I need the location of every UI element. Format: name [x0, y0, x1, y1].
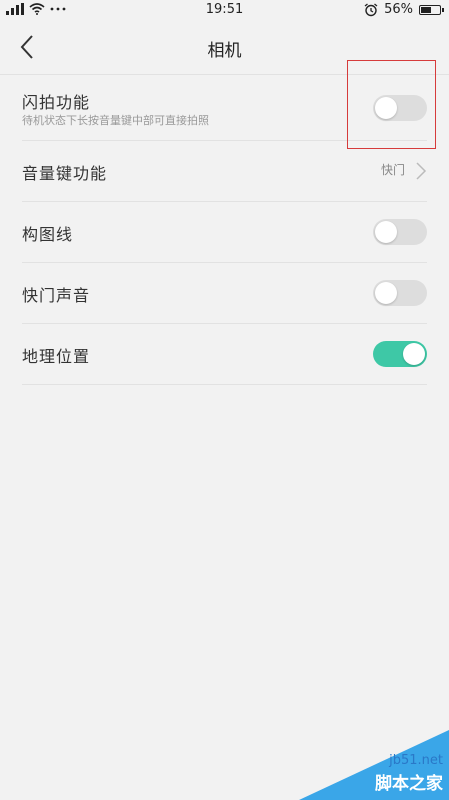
- status-right: 56%: [364, 2, 444, 17]
- setting-location[interactable]: 地理位置: [22, 324, 427, 385]
- highlight-box: [347, 60, 436, 149]
- setting-grid-lines[interactable]: 构图线: [22, 202, 427, 263]
- toggle-knob: [375, 282, 397, 304]
- grid-lines-toggle[interactable]: [373, 219, 427, 245]
- setting-volume-key[interactable]: 音量键功能 快门: [22, 141, 427, 202]
- setting-label: 构图线: [22, 225, 74, 244]
- setting-label: 地理位置: [22, 347, 91, 366]
- setting-sublabel: 待机状态下长按音量键中部可直接拍照: [22, 114, 209, 127]
- setting-label: 快门声音: [22, 286, 91, 305]
- status-bar: 19:51 56%: [0, 0, 449, 20]
- watermark-text: 脚本之家: [375, 774, 443, 794]
- setting-label: 音量键功能: [22, 164, 108, 183]
- watermark-site: jb51.net: [389, 753, 443, 768]
- setting-label: 闪拍功能: [22, 93, 91, 112]
- toggle-knob: [375, 221, 397, 243]
- setting-shutter-sound[interactable]: 快门声音: [22, 263, 427, 324]
- chevron-right-icon: [416, 162, 427, 180]
- battery-icon: [419, 4, 444, 15]
- shutter-sound-toggle[interactable]: [373, 280, 427, 306]
- setting-value: 快门: [380, 163, 405, 177]
- location-toggle[interactable]: [373, 341, 427, 367]
- page-title: 相机: [207, 41, 242, 61]
- battery-percent: 56%: [384, 2, 413, 17]
- alarm-icon: [364, 2, 378, 16]
- toggle-knob: [403, 343, 425, 365]
